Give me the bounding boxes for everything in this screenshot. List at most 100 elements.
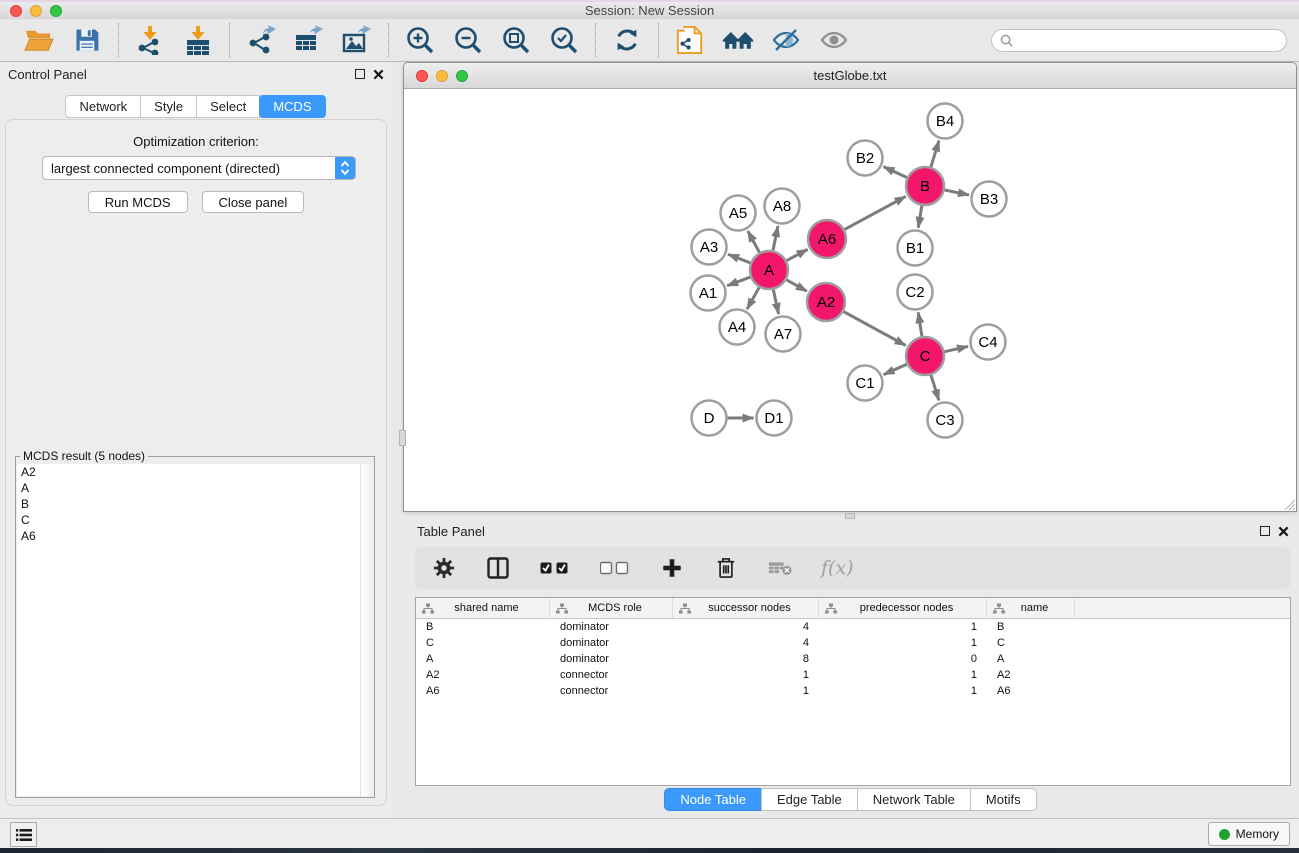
table-cell[interactable]: C — [416, 637, 550, 649]
edge-A6-B[interactable] — [845, 196, 906, 229]
table-row[interactable]: A6connector11A6 — [416, 683, 1290, 699]
table-cell[interactable]: dominator — [550, 637, 673, 649]
node-C[interactable]: C — [906, 337, 944, 375]
zoom-selected-icon[interactable] — [548, 24, 580, 56]
node-C3[interactable]: C3 — [928, 403, 963, 438]
table-cell[interactable]: 0 — [819, 653, 987, 665]
result-item[interactable]: A6 — [17, 528, 373, 544]
table-cell[interactable]: C — [987, 637, 1075, 649]
node-A6[interactable]: A6 — [808, 220, 846, 258]
edge-B-B2[interactable] — [884, 167, 907, 178]
close-window-button[interactable] — [10, 5, 22, 17]
column-header-predecessor-nodes[interactable]: predecessor nodes — [819, 598, 987, 618]
edge-A-A6[interactable] — [787, 249, 808, 260]
table-cell[interactable]: 1 — [673, 669, 819, 681]
create-column-plus-icon[interactable] — [659, 555, 685, 581]
run-mcds-button[interactable]: Run MCDS — [88, 191, 188, 213]
table-row[interactable]: Cdominator41C — [416, 635, 1290, 651]
edge-C-C4[interactable] — [945, 346, 968, 351]
result-list-scrollbar[interactable] — [360, 464, 373, 796]
tab-motifs[interactable]: Motifs — [970, 788, 1037, 811]
task-history-button[interactable] — [10, 822, 37, 847]
result-item[interactable]: A2 — [17, 464, 373, 480]
criterion-select[interactable]: largest connected component (directed) — [42, 156, 356, 180]
edge-B-B1[interactable] — [918, 206, 922, 228]
tab-select[interactable]: Select — [196, 95, 260, 118]
show-column-panel-icon[interactable] — [485, 555, 511, 581]
node-B4[interactable]: B4 — [928, 104, 963, 139]
node-A1[interactable]: A1 — [691, 276, 726, 311]
node-C2[interactable]: C2 — [898, 275, 933, 310]
table-cell[interactable]: 1 — [819, 685, 987, 697]
table-cell[interactable]: 4 — [673, 621, 819, 633]
delete-column-trash-icon[interactable] — [713, 555, 739, 581]
mcds-result-list[interactable]: A2ABCA6 — [17, 464, 373, 796]
edge-A-A1[interactable] — [727, 277, 750, 286]
column-header-shared-name[interactable]: shared name — [416, 598, 550, 618]
result-item[interactable]: B — [17, 496, 373, 512]
result-item[interactable]: A — [17, 480, 373, 496]
zoom-network-button[interactable] — [456, 70, 468, 82]
result-item[interactable]: C — [17, 512, 373, 528]
deselect-all-columns-icon[interactable] — [599, 555, 631, 581]
minimize-window-button[interactable] — [30, 5, 42, 17]
table-cell[interactable]: A6 — [416, 685, 550, 697]
tab-style[interactable]: Style — [140, 95, 197, 118]
zoom-fit-icon[interactable] — [500, 24, 532, 56]
zoom-window-button[interactable] — [50, 5, 62, 17]
zoom-in-icon[interactable] — [404, 24, 436, 56]
close-panel-icon[interactable] — [373, 69, 384, 80]
table-settings-gear-icon[interactable] — [431, 555, 457, 581]
node-A5[interactable]: A5 — [721, 196, 756, 231]
tab-edge-table[interactable]: Edge Table — [761, 788, 858, 811]
table-cell[interactable]: A — [416, 653, 550, 665]
export-table-icon[interactable] — [293, 24, 325, 56]
table-row[interactable]: Adominator80A — [416, 651, 1290, 667]
node-B[interactable]: B — [906, 167, 944, 205]
table-cell[interactable]: 4 — [673, 637, 819, 649]
edge-C-C2[interactable] — [918, 312, 922, 336]
edge-C-C3[interactable] — [931, 375, 939, 400]
node-A[interactable]: A — [750, 251, 788, 289]
table-cell[interactable]: 1 — [673, 685, 819, 697]
node-A4[interactable]: A4 — [720, 310, 755, 345]
tab-mcds[interactable]: MCDS — [259, 95, 325, 118]
table-cell[interactable]: 1 — [819, 621, 987, 633]
close-panel-button[interactable]: Close panel — [202, 191, 305, 213]
node-A7[interactable]: A7 — [766, 317, 801, 352]
node-table[interactable]: shared nameMCDS rolesuccessor nodesprede… — [415, 597, 1291, 786]
node-B2[interactable]: B2 — [848, 141, 883, 176]
table-row[interactable]: A2connector11A2 — [416, 667, 1290, 683]
column-header-name[interactable]: name — [987, 598, 1075, 618]
table-cell[interactable]: 1 — [819, 669, 987, 681]
show-eye-icon[interactable] — [818, 24, 850, 56]
close-table-panel-icon[interactable] — [1278, 526, 1289, 537]
export-image-icon[interactable] — [341, 24, 373, 56]
clone-network-icon[interactable] — [674, 24, 706, 56]
zoom-out-icon[interactable] — [452, 24, 484, 56]
window-controls[interactable] — [10, 5, 62, 17]
select-all-columns-icon[interactable] — [539, 555, 571, 581]
table-cell[interactable]: 1 — [819, 637, 987, 649]
table-cell[interactable]: A6 — [987, 685, 1075, 697]
import-table-icon[interactable] — [182, 24, 214, 56]
memory-button[interactable]: Memory — [1208, 822, 1290, 846]
edge-A-A7[interactable] — [773, 290, 778, 314]
node-B3[interactable]: B3 — [972, 182, 1007, 217]
edge-A-A3[interactable] — [728, 254, 750, 263]
hide-eye-icon[interactable] — [770, 24, 802, 56]
save-session-icon[interactable] — [71, 24, 103, 56]
edge-C-C1[interactable] — [884, 364, 907, 374]
float-table-panel-icon[interactable] — [1260, 526, 1270, 536]
edge-A-A5[interactable] — [748, 231, 760, 252]
node-B1[interactable]: B1 — [898, 231, 933, 266]
node-A8[interactable]: A8 — [765, 189, 800, 224]
column-header-MCDS-role[interactable]: MCDS role — [550, 598, 673, 618]
import-network-icon[interactable] — [134, 24, 166, 56]
edge-A2-C[interactable] — [844, 312, 906, 346]
table-cell[interactable]: 8 — [673, 653, 819, 665]
search-field[interactable] — [991, 29, 1287, 52]
edge-A-A8[interactable] — [773, 226, 778, 250]
table-cell[interactable]: A2 — [987, 669, 1075, 681]
float-panel-icon[interactable] — [355, 69, 365, 79]
